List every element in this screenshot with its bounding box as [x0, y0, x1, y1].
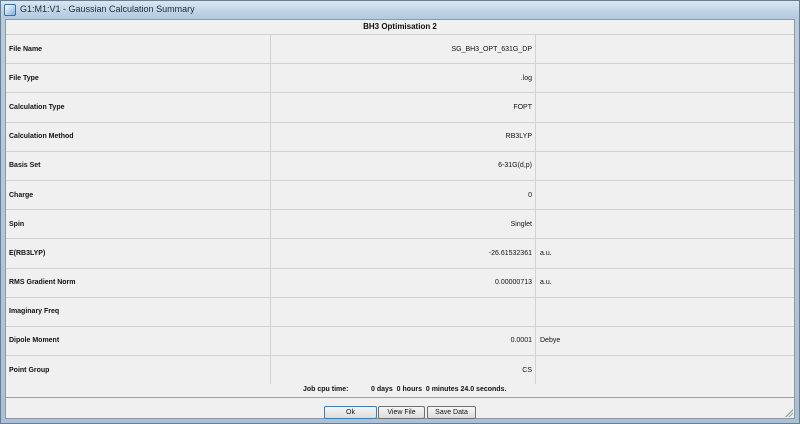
- row-value: FOPT: [271, 93, 536, 122]
- table-row: E(RB3LYP) -26.61532361 a.u.: [6, 238, 794, 268]
- cpu-time-label: Job cpu time:: [303, 386, 349, 393]
- summary-table: BH3 Optimisation 2 File Name SG_BH3_OPT_…: [6, 20, 794, 398]
- row-unit: [536, 35, 794, 63]
- table-row: Basis Set 6-31G(d,p): [6, 150, 794, 180]
- row-unit: [536, 123, 794, 151]
- row-value: Singlet: [271, 210, 536, 239]
- row-label: Imaginary Freq: [6, 297, 271, 326]
- row-label: RMS Gradient Norm: [6, 268, 271, 297]
- summary-window: G1:M1:V1 - Gaussian Calculation Summary …: [0, 0, 800, 424]
- row-value: 0.00000713: [271, 268, 536, 297]
- table-row: Charge 0: [6, 179, 794, 210]
- summary-grid: File Name SG_BH3_OPT_631G_DP File Type .…: [6, 34, 794, 385]
- table-title: BH3 Optimisation 2: [363, 22, 437, 31]
- table-row: Calculation Type FOPT: [6, 92, 794, 122]
- row-label: Charge: [6, 180, 271, 210]
- table-row: File Name SG_BH3_OPT_631G_DP: [6, 34, 794, 64]
- row-unit: [536, 64, 794, 92]
- row-unit: [536, 210, 794, 238]
- row-value: 6-31G(d,p): [271, 151, 536, 180]
- view-file-button[interactable]: View File: [378, 406, 425, 419]
- row-unit: [536, 152, 794, 180]
- table-row: Spin Singlet: [6, 209, 794, 239]
- row-value: 0: [271, 180, 536, 210]
- save-data-button[interactable]: Save Data: [427, 406, 476, 419]
- gaussview-app-icon: [4, 4, 16, 16]
- row-unit: a.u.: [540, 249, 552, 257]
- row-label: Spin: [6, 210, 271, 239]
- row-unit: a.u.: [540, 279, 552, 287]
- row-unit: [536, 356, 794, 384]
- window-title: G1:M1:V1 - Gaussian Calculation Summary: [20, 4, 195, 14]
- table-row: Dipole Moment 0.0001 Debye: [6, 325, 794, 356]
- row-label: Dipole Moment: [6, 326, 271, 356]
- table-row: RMS Gradient Norm 0.00000713 a.u.: [6, 267, 794, 297]
- table-row: Calculation Method RB3LYP: [6, 121, 794, 151]
- row-value: -26.61532361: [271, 239, 536, 268]
- row-label: Calculation Method: [6, 122, 271, 151]
- row-label: File Name: [6, 35, 271, 64]
- table-row: Imaginary Freq: [6, 296, 794, 326]
- cpu-time-line: Job cpu time: 0 days 0 hours 0 minutes 2…: [6, 386, 794, 396]
- ok-button[interactable]: Ok: [324, 406, 377, 419]
- table-row: File Type .log: [6, 63, 794, 93]
- row-label: Calculation Type: [6, 93, 271, 122]
- title-bar[interactable]: G1:M1:V1 - Gaussian Calculation Summary: [1, 1, 799, 19]
- row-unit: [536, 181, 794, 209]
- row-value: SG_BH3_OPT_631G_DP: [271, 35, 536, 64]
- row-value: 0.0001: [271, 326, 536, 356]
- row-label: E(RB3LYP): [6, 239, 271, 268]
- row-value: [271, 297, 536, 326]
- row-value: CS: [271, 356, 536, 385]
- cpu-time-value: 0 days 0 hours 0 minutes 24.0 seconds.: [371, 386, 507, 393]
- row-label: Point Group: [6, 356, 271, 385]
- row-unit: Debye: [540, 337, 561, 345]
- row-value: RB3LYP: [271, 122, 536, 151]
- row-label: File Type: [6, 64, 271, 93]
- resize-grip-icon[interactable]: [785, 409, 793, 417]
- table-row: Point Group CS: [6, 355, 794, 385]
- row-unit: [536, 298, 794, 326]
- row-label: Basis Set: [6, 151, 271, 180]
- row-value: .log: [271, 64, 536, 93]
- row-unit: [536, 93, 794, 121]
- dialog-content: BH3 Optimisation 2 File Name SG_BH3_OPT_…: [5, 19, 795, 419]
- button-bar: Ok View File Save Data: [6, 406, 794, 420]
